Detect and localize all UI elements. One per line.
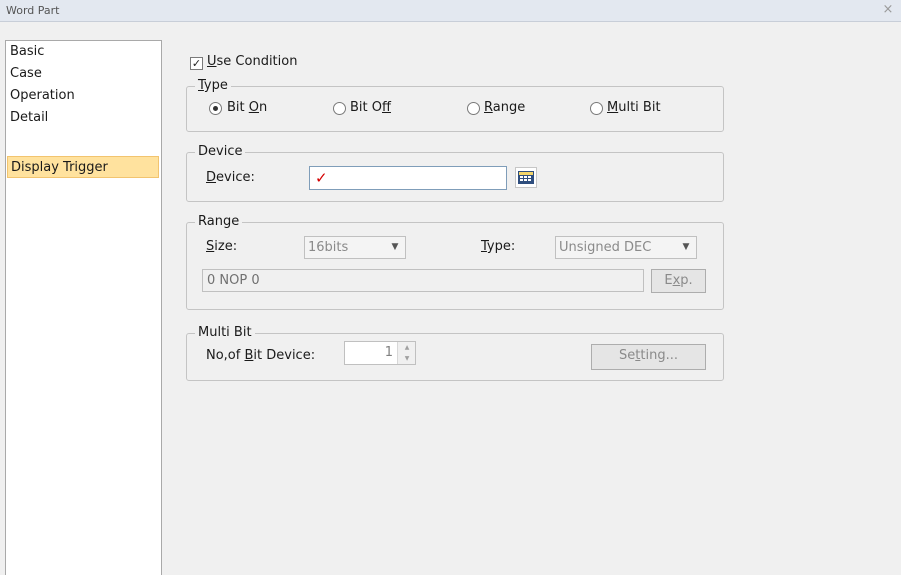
use-condition-checkbox[interactable]: ✓ <box>190 57 203 70</box>
radio-multi-bit-label[interactable]: Multi Bit <box>607 100 661 116</box>
device-input[interactable]: ✓ <box>309 166 507 190</box>
device-required-mark: ✓ <box>315 169 328 187</box>
caret-down-icon[interactable]: ▼ <box>398 353 416 364</box>
bit-device-count-stepper[interactable]: 1 ▲ ▼ <box>344 341 416 365</box>
radio-multi-bit[interactable] <box>590 102 603 115</box>
expression-button[interactable]: Exp. <box>651 269 706 293</box>
radio-bit-off-label[interactable]: Bit Off <box>350 100 391 116</box>
chevron-down-icon: ▼ <box>682 242 690 252</box>
type-label: Type: <box>481 239 516 254</box>
use-condition-label[interactable]: Use Condition <box>207 54 297 70</box>
range-group-title: Range <box>195 214 243 230</box>
multi-bit-group-title: Multi Bit <box>195 325 255 341</box>
chevron-down-icon: ▼ <box>391 242 399 252</box>
size-select[interactable]: 16bits ▼ <box>304 236 406 259</box>
stepper-buttons[interactable]: ▲ ▼ <box>397 342 415 364</box>
sidebar-item-case[interactable]: Case <box>6 63 161 85</box>
size-label: Size: <box>206 239 238 254</box>
range-expression-field[interactable]: 0 NOP 0 <box>202 269 644 292</box>
type-select-value: Unsigned DEC <box>559 240 652 255</box>
setting-button[interactable]: Setting... <box>591 344 706 370</box>
sidebar-item-operation[interactable]: Operation <box>6 85 161 107</box>
bit-device-count-value: 1 <box>384 345 393 360</box>
type-select[interactable]: Unsigned DEC ▼ <box>555 236 697 259</box>
device-picker-icon[interactable] <box>515 167 537 188</box>
window-title: Word Part <box>6 4 60 17</box>
sidebar-item-detail[interactable]: Detail <box>6 107 161 129</box>
sidebar-item-basic[interactable]: Basic <box>6 41 161 63</box>
device-group-title: Device <box>195 144 246 160</box>
caret-up-icon[interactable]: ▲ <box>398 342 416 353</box>
radio-range[interactable] <box>467 102 480 115</box>
radio-bit-on-label[interactable]: Bit On <box>227 100 267 116</box>
radio-bit-off[interactable] <box>333 102 346 115</box>
sidebar: Basic Case Operation Detail Display Trig… <box>5 40 162 575</box>
radio-bit-on[interactable] <box>209 102 222 115</box>
sidebar-item-display-trigger[interactable]: Display Trigger <box>7 156 159 178</box>
range-expression-value: 0 NOP 0 <box>207 273 260 288</box>
type-group-title: Type <box>195 78 231 94</box>
device-label: Device: <box>206 170 255 185</box>
radio-range-label[interactable]: Range <box>484 100 525 116</box>
size-select-value: 16bits <box>308 240 349 255</box>
close-icon[interactable]: × <box>881 2 895 18</box>
bit-device-count-label: No,of Bit Device: <box>206 348 316 363</box>
title-bar: Word Part × <box>0 0 901 22</box>
